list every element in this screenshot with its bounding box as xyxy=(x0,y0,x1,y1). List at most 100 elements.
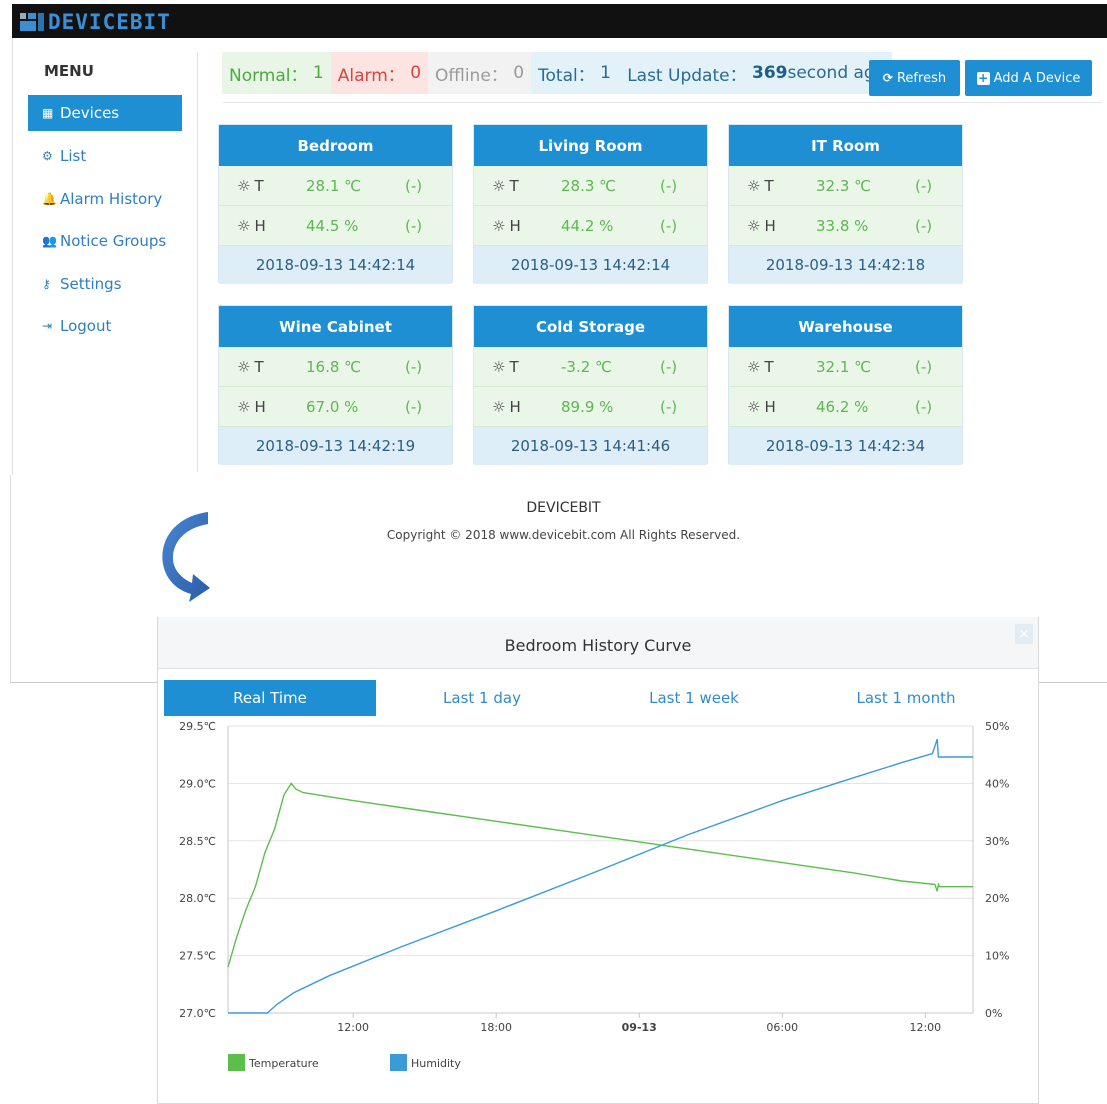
status-summary: Normal： 1 Alarm： 0 Offline： 0 Total： 1 L… xyxy=(222,52,893,94)
sensor-gear-icon: ☼ xyxy=(237,397,251,416)
temperature-status: (-) xyxy=(660,357,678,376)
device-card[interactable]: Cold Storage ☼ T -3.2 ℃ (-) ☼ H 89.9 % (-) 2018-0… xyxy=(473,305,708,465)
temperature-row[interactable]: ☼ T 28.1 ℃ (-) xyxy=(219,166,452,206)
device-card[interactable]: Warehouse ☼ T 32.1 ℃ (-) ☼ H 46.2 % (-) 2018-09-1… xyxy=(728,305,963,465)
temperature-row[interactable]: ☼ T -3.2 ℃ (-) xyxy=(474,347,707,387)
humidity-row[interactable]: ☼ H 44.2 % (-) xyxy=(474,206,707,246)
device-card[interactable]: Bedroom ☼ T 28.1 ℃ (-) ☼ H 44.5 % (-) 2018-09-13 … xyxy=(218,124,453,284)
sidebar-item-notice-groups[interactable]: 👥 Notice Groups xyxy=(28,223,182,259)
users-icon: 👥 xyxy=(42,234,57,248)
y-right-tick-label: 10% xyxy=(985,950,1009,963)
sensor-gear-icon: ☼ xyxy=(237,176,251,195)
sidebar-item-alarm-history[interactable]: 🔔 Alarm History xyxy=(28,181,182,217)
sensor-label: T xyxy=(254,357,264,376)
x-tick-label: 06:00 xyxy=(766,1021,798,1034)
logout-icon: ⇥ xyxy=(42,319,53,333)
tab-real-time[interactable]: Real Time xyxy=(164,680,376,716)
y-left-tick-label: 27.0℃ xyxy=(179,1007,216,1020)
temperature-row[interactable]: ☼ T 32.1 ℃ (-) xyxy=(729,347,962,387)
humidity-value: 33.8 % xyxy=(816,216,869,235)
legend-swatch-temperature xyxy=(228,1054,245,1071)
close-button[interactable]: × xyxy=(1015,624,1033,644)
tab-last-1-week[interactable]: Last 1 week xyxy=(588,680,800,716)
y-right-tick-label: 30% xyxy=(985,835,1009,848)
device-name[interactable]: IT Room xyxy=(729,125,962,166)
sensor-gear-icon: ☼ xyxy=(747,357,761,376)
sidebar-item-label: Settings xyxy=(60,275,122,293)
refresh-icon: ⟳ xyxy=(882,71,893,85)
modal-title: Bedroom History Curve xyxy=(504,636,692,655)
device-timestamp: 2018-09-13 14:42:19 xyxy=(219,427,452,465)
sidebar-divider xyxy=(197,52,198,472)
device-card[interactable]: IT Room ☼ T 32.3 ℃ (-) ☼ H 33.8 % (-) 2018-09-13 … xyxy=(728,124,963,284)
device-name[interactable]: Cold Storage xyxy=(474,306,707,347)
sidebar-item-list[interactable]: ⚙ List xyxy=(28,138,182,174)
sidebar-item-devices[interactable]: ▦ Devices xyxy=(28,95,182,131)
y-right-tick-label: 40% xyxy=(985,777,1009,790)
y-right-tick-label: 50% xyxy=(985,720,1009,733)
humidity-row[interactable]: ☼ H 89.9 % (-) xyxy=(474,387,707,427)
sensor-label: H xyxy=(254,397,266,416)
sensor-gear-icon: ☼ xyxy=(492,397,506,416)
temperature-row[interactable]: ☼ T 16.8 ℃ (-) xyxy=(219,347,452,387)
sensor-label: H xyxy=(509,216,521,235)
device-name[interactable]: Wine Cabinet xyxy=(219,306,452,347)
humidity-status: (-) xyxy=(660,216,678,235)
tab-last-1-day[interactable]: Last 1 day xyxy=(376,680,588,716)
bell-icon: 🔔 xyxy=(42,192,57,206)
add-device-button[interactable]: + Add A Device xyxy=(965,60,1092,96)
status-total: Total： 1 Last Update： 369 second ago xyxy=(531,52,893,94)
sensor-label: T xyxy=(764,176,774,195)
menu-title: MENU xyxy=(44,62,94,80)
temperature-status: (-) xyxy=(915,357,933,376)
sidebar-item-label: Alarm History xyxy=(60,190,163,208)
grid-icon: ▦ xyxy=(42,106,54,120)
temperature-value: 32.1 ℃ xyxy=(816,357,872,376)
legend-label-temperature: Temperature xyxy=(248,1057,319,1070)
humidity-status: (-) xyxy=(405,216,423,235)
device-timestamp: 2018-09-13 14:41:46 xyxy=(474,427,707,465)
brand-name: DEVICEBIT xyxy=(48,10,171,34)
device-card[interactable]: Living Room ☼ T 28.3 ℃ (-) ☼ H 44.2 % (-) 2018-09… xyxy=(473,124,708,284)
brand-logo[interactable]: DEVICEBIT xyxy=(18,10,171,34)
humidity-status: (-) xyxy=(660,397,678,416)
close-icon: × xyxy=(1018,626,1030,642)
device-card[interactable]: Wine Cabinet ☼ T 16.8 ℃ (-) ☼ H 67.0 % (-) 2018-0… xyxy=(218,305,453,465)
tab-last-1-month[interactable]: Last 1 month xyxy=(800,680,1012,716)
y-left-tick-label: 29.0℃ xyxy=(179,777,216,790)
temperature-status: (-) xyxy=(405,357,423,376)
temperature-row[interactable]: ☼ T 28.3 ℃ (-) xyxy=(474,166,707,206)
humidity-row[interactable]: ☼ H 46.2 % (-) xyxy=(729,387,962,427)
sensor-gear-icon: ☼ xyxy=(237,216,251,235)
temperature-value: 16.8 ℃ xyxy=(306,357,362,376)
status-offline: Offline： 0 xyxy=(428,52,532,94)
temperature-status: (-) xyxy=(915,176,933,195)
humidity-value: 67.0 % xyxy=(306,397,359,416)
y-right-tick-label: 20% xyxy=(985,892,1009,905)
device-name[interactable]: Living Room xyxy=(474,125,707,166)
sidebar-item-label: List xyxy=(60,147,87,165)
temperature-value: -3.2 ℃ xyxy=(561,357,612,376)
sidebar-item-settings[interactable]: ⚷ Settings xyxy=(28,266,182,302)
device-timestamp: 2018-09-13 14:42:14 xyxy=(474,246,707,284)
humidity-row[interactable]: ☼ H 33.8 % (-) xyxy=(729,206,962,246)
status-normal: Normal： 1 xyxy=(222,52,331,94)
legend-swatch-humidity xyxy=(390,1054,407,1071)
device-timestamp: 2018-09-13 14:42:18 xyxy=(729,246,962,284)
device-name[interactable]: Bedroom xyxy=(219,125,452,166)
humidity-row[interactable]: ☼ H 44.5 % (-) xyxy=(219,206,452,246)
temperature-value: 28.1 ℃ xyxy=(306,176,362,195)
x-tick-label: 09-13 xyxy=(622,1021,657,1034)
series-line-humidity xyxy=(228,738,973,1014)
refresh-button[interactable]: ⟳ Refresh xyxy=(869,60,960,96)
sensor-label: T xyxy=(509,357,519,376)
sidebar-item-logout[interactable]: ⇥ Logout xyxy=(28,308,182,344)
sensor-label: H xyxy=(764,397,776,416)
last-update-seconds: 369 xyxy=(751,63,788,83)
device-timestamp: 2018-09-13 14:42:14 xyxy=(219,246,452,284)
sensor-gear-icon: ☼ xyxy=(492,357,506,376)
humidity-row[interactable]: ☼ H 67.0 % (-) xyxy=(219,387,452,427)
temperature-row[interactable]: ☼ T 32.3 ℃ (-) xyxy=(729,166,962,206)
device-name[interactable]: Warehouse xyxy=(729,306,962,347)
cogs-icon: ⚙ xyxy=(42,149,53,163)
